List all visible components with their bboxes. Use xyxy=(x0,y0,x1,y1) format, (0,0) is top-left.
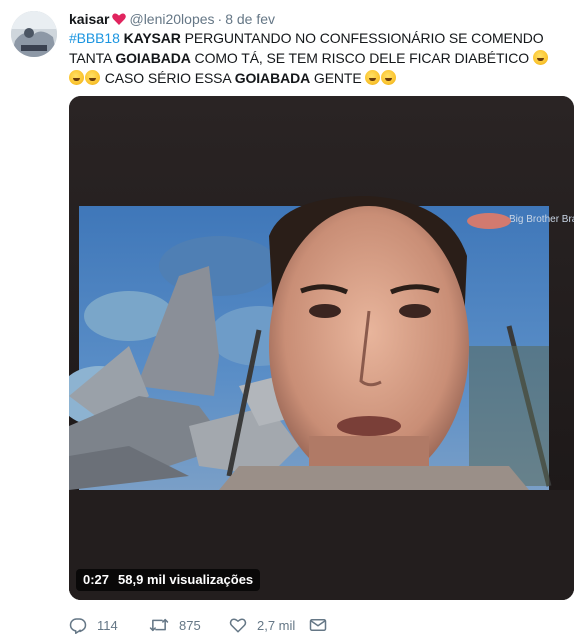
tweet-text: #BBB18 KAYSAR PERGUNTANDO NO CONFESSIONÁ… xyxy=(69,28,561,88)
like-count: 2,7 mil xyxy=(257,617,296,633)
avatar[interactable] xyxy=(11,11,57,57)
laughing-emoji-icon xyxy=(381,70,397,85)
separator-dot: · xyxy=(217,11,223,27)
heart-emoji-icon xyxy=(112,13,127,25)
text-bold-2: GOIABADA xyxy=(234,70,311,86)
video-info-badge: 0:27 58,9 mil visualizações xyxy=(76,569,261,591)
text-part-2: COMO TÁ, SE TEM RISCO DELE FICAR DIABÉTI… xyxy=(190,50,533,66)
reply-icon xyxy=(69,618,87,634)
hashtag-link[interactable]: #BBB18 xyxy=(69,30,120,46)
video-frame: Big Brother Brasil xyxy=(69,96,574,600)
text-bold-1: GOIABADA xyxy=(115,50,191,66)
heart-icon xyxy=(229,618,247,633)
reply-count: 114 xyxy=(97,617,118,633)
tweet-header: kaisar @leni20lopes · 8 de fev xyxy=(69,10,275,28)
retweet-count: 875 xyxy=(179,617,201,633)
retweet-icon xyxy=(149,618,169,632)
text-part-3: CASO SÉRIO ESSA xyxy=(101,70,235,86)
bbb-watermark: Big Brother Brasil xyxy=(509,214,574,225)
reply-button[interactable]: 114 xyxy=(69,614,118,636)
text-part-4: GENTE xyxy=(310,70,366,86)
tweet-actions: 114 875 2,7 mil xyxy=(69,614,569,636)
message-button[interactable] xyxy=(309,614,327,636)
like-button[interactable]: 2,7 mil xyxy=(229,614,295,636)
video-duration: 0:27 xyxy=(83,572,110,587)
laughing-emoji-icon xyxy=(532,50,548,65)
text-bold-name: KAYSAR xyxy=(123,30,181,46)
envelope-icon xyxy=(309,619,327,631)
laughing-emoji-icon xyxy=(85,70,100,85)
tweet: kaisar @leni20lopes · 8 de fev #BBB18 KAYSA… xyxy=(0,0,579,642)
video-player[interactable]: Big Brother Brasil xyxy=(69,96,574,600)
video-views: 58,9 mil visualizações xyxy=(118,572,254,587)
tweet-date[interactable]: 8 de fev xyxy=(225,11,275,27)
retweet-button[interactable]: 875 xyxy=(149,614,201,636)
user-handle[interactable]: @leni20lopes xyxy=(129,11,214,27)
display-name[interactable]: kaisar xyxy=(69,11,109,27)
laughing-emoji-icon xyxy=(69,70,84,85)
laughing-emoji-icon xyxy=(365,70,381,85)
